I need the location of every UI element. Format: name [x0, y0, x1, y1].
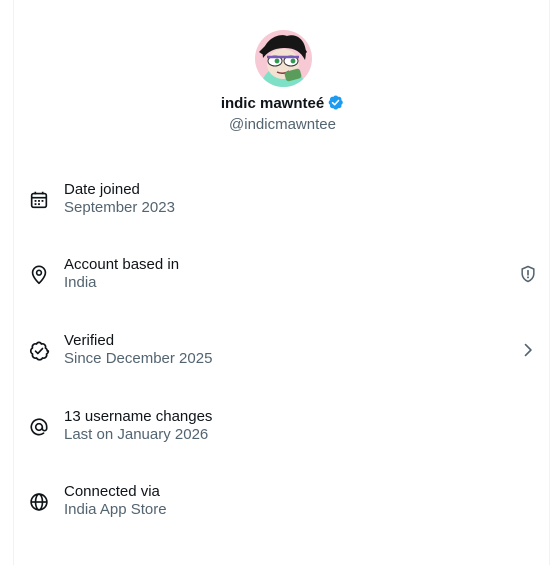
verified-label: Verified: [64, 332, 115, 349]
info-row-account-based-in: Account based in India: [14, 255, 551, 303]
verified-outline-icon: [29, 341, 50, 361]
globe-icon: [30, 493, 48, 511]
avatar[interactable]: [255, 30, 312, 87]
avatar-image: [255, 30, 312, 87]
connected-via-value: India App Store: [64, 501, 167, 518]
date-joined-label: Date joined: [64, 181, 140, 198]
calendar-icon: [30, 191, 48, 209]
display-name-row: indic mawnteé: [14, 94, 551, 114]
info-row-connected-via: Connected via India App Store: [14, 482, 551, 530]
display-name: indic mawnteé: [220, 95, 325, 112]
account-based-in-label: Account based in: [64, 256, 180, 273]
location-pin-icon: [31, 265, 47, 285]
shield-info-icon[interactable]: [518, 264, 538, 284]
date-joined-value: September 2023: [64, 199, 175, 216]
info-row-username-changes: 13 username changes Last on January 2026: [14, 407, 551, 455]
info-row-verified[interactable]: Verified Since December 2025: [14, 331, 551, 379]
verified-value: Since December 2025: [64, 350, 213, 367]
verified-badge-icon: [328, 95, 343, 110]
account-based-in-value: India: [64, 274, 97, 291]
chevron-right-icon[interactable]: [518, 340, 538, 360]
username-changes-value: Last on January 2026: [64, 426, 209, 443]
user-handle: @indicmawntee: [229, 116, 336, 133]
connected-via-label: Connected via: [64, 483, 160, 500]
username-changes-label: 13 username changes: [64, 408, 213, 425]
about-account-panel: indic mawnteé @indicmawntee Date joined …: [13, 0, 550, 565]
info-row-date-joined: Date joined September 2023: [14, 180, 551, 228]
at-sign-icon: [30, 418, 48, 436]
